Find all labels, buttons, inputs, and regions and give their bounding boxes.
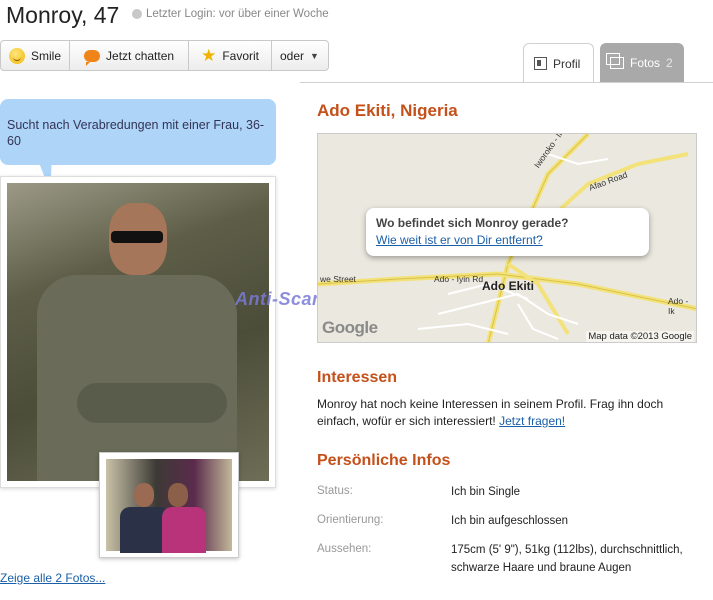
location-title: Ado Ekiti, Nigeria — [317, 101, 458, 120]
profile-card-icon — [534, 57, 547, 70]
chat-button[interactable]: Jetzt chatten — [70, 41, 190, 70]
smile-label: Smile — [31, 48, 62, 63]
google-logo: Google — [322, 318, 378, 337]
tab-profil-label: Profil — [553, 56, 581, 71]
tab-profil[interactable]: Profil — [523, 43, 594, 83]
map-road-label: we Street — [320, 274, 356, 284]
orientation-label: Orientierung: — [317, 514, 384, 526]
map-popup-question: Wo befindet sich Monroy gerade? — [376, 216, 569, 230]
map-city-label: Ado Ekiti — [482, 279, 535, 293]
favorite-button[interactable]: ★ Favorit — [189, 41, 272, 70]
profile-name-age: Monroy, 47 — [6, 2, 120, 28]
tab-fotos-label: Fotos — [630, 56, 661, 70]
tab-fotos[interactable]: Fotos 2 — [600, 43, 684, 83]
thumb-figure-2 — [162, 507, 206, 553]
star-icon: ★ — [201, 46, 217, 65]
smile-icon — [9, 47, 25, 64]
ask-now-link[interactable]: Jetzt fragen! — [499, 414, 565, 428]
chat-bubble-icon — [84, 49, 101, 66]
interests-text: Monroy hat noch keine Interessen in sein… — [317, 396, 702, 430]
photo-thumbnail[interactable] — [99, 452, 239, 558]
search-preference-bubble: Sucht nach Verabredungen mit einer Frau,… — [0, 99, 276, 165]
photos-icon — [606, 53, 624, 69]
favorite-label: Favorit — [222, 48, 259, 63]
tab-fotos-count: 2 — [666, 56, 673, 70]
chevron-down-icon: ▼ — [310, 50, 319, 61]
map-info-popup: Wo befindet sich Monroy gerade? Wie weit… — [366, 208, 649, 256]
show-all-photos-link[interactable]: Zeige alle 2 Fotos... — [0, 571, 105, 585]
location-map[interactable]: Iworoko - Ifaki Road Afao Road we Street… — [317, 133, 697, 343]
thumb-head-2 — [168, 483, 188, 507]
interests-description: Monroy hat noch keine Interessen in sein… — [317, 397, 664, 428]
thumb-head-1 — [134, 483, 154, 507]
orientation-value: Ich bin aufgeschlossen — [451, 515, 568, 527]
status-value: Ich bin Single — [451, 486, 521, 498]
photo-figure-torso — [37, 275, 237, 481]
map-credit: Map data ©2013 Google — [586, 331, 694, 342]
tab-divider — [300, 82, 713, 83]
map-road-label: Ado - Ik — [668, 296, 689, 316]
appearance-value: 175cm (5' 9"), 51kg (112lbs), durchschni… — [451, 544, 683, 574]
distance-link[interactable]: Wie weit ist er von Dir entfernt? — [376, 233, 543, 247]
map-road-label: Ado - Iyin Rd — [434, 274, 484, 284]
personal-info-heading: Persönliche Infos — [317, 452, 451, 469]
online-status-icon — [132, 9, 142, 19]
interests-heading: Interessen — [317, 369, 398, 386]
photo-figure-glasses — [111, 231, 163, 243]
smile-button[interactable]: Smile — [1, 41, 71, 70]
action-bar: Smile Jetzt chatten ★ Favorit oder ▼ — [0, 40, 329, 71]
last-login-text: Letzter Login: vor über einer Woche — [146, 8, 329, 20]
main-profile-photo[interactable] — [0, 176, 276, 488]
appearance-label: Aussehen: — [317, 543, 372, 555]
thumbnail-image — [106, 459, 232, 553]
status-label: Status: — [317, 485, 353, 497]
more-label: oder — [280, 48, 305, 63]
main-photo-image — [7, 183, 269, 481]
chat-label: Jetzt chatten — [106, 48, 175, 63]
more-dropdown[interactable]: oder ▼ — [272, 41, 327, 70]
photo-figure-arm — [77, 383, 227, 423]
